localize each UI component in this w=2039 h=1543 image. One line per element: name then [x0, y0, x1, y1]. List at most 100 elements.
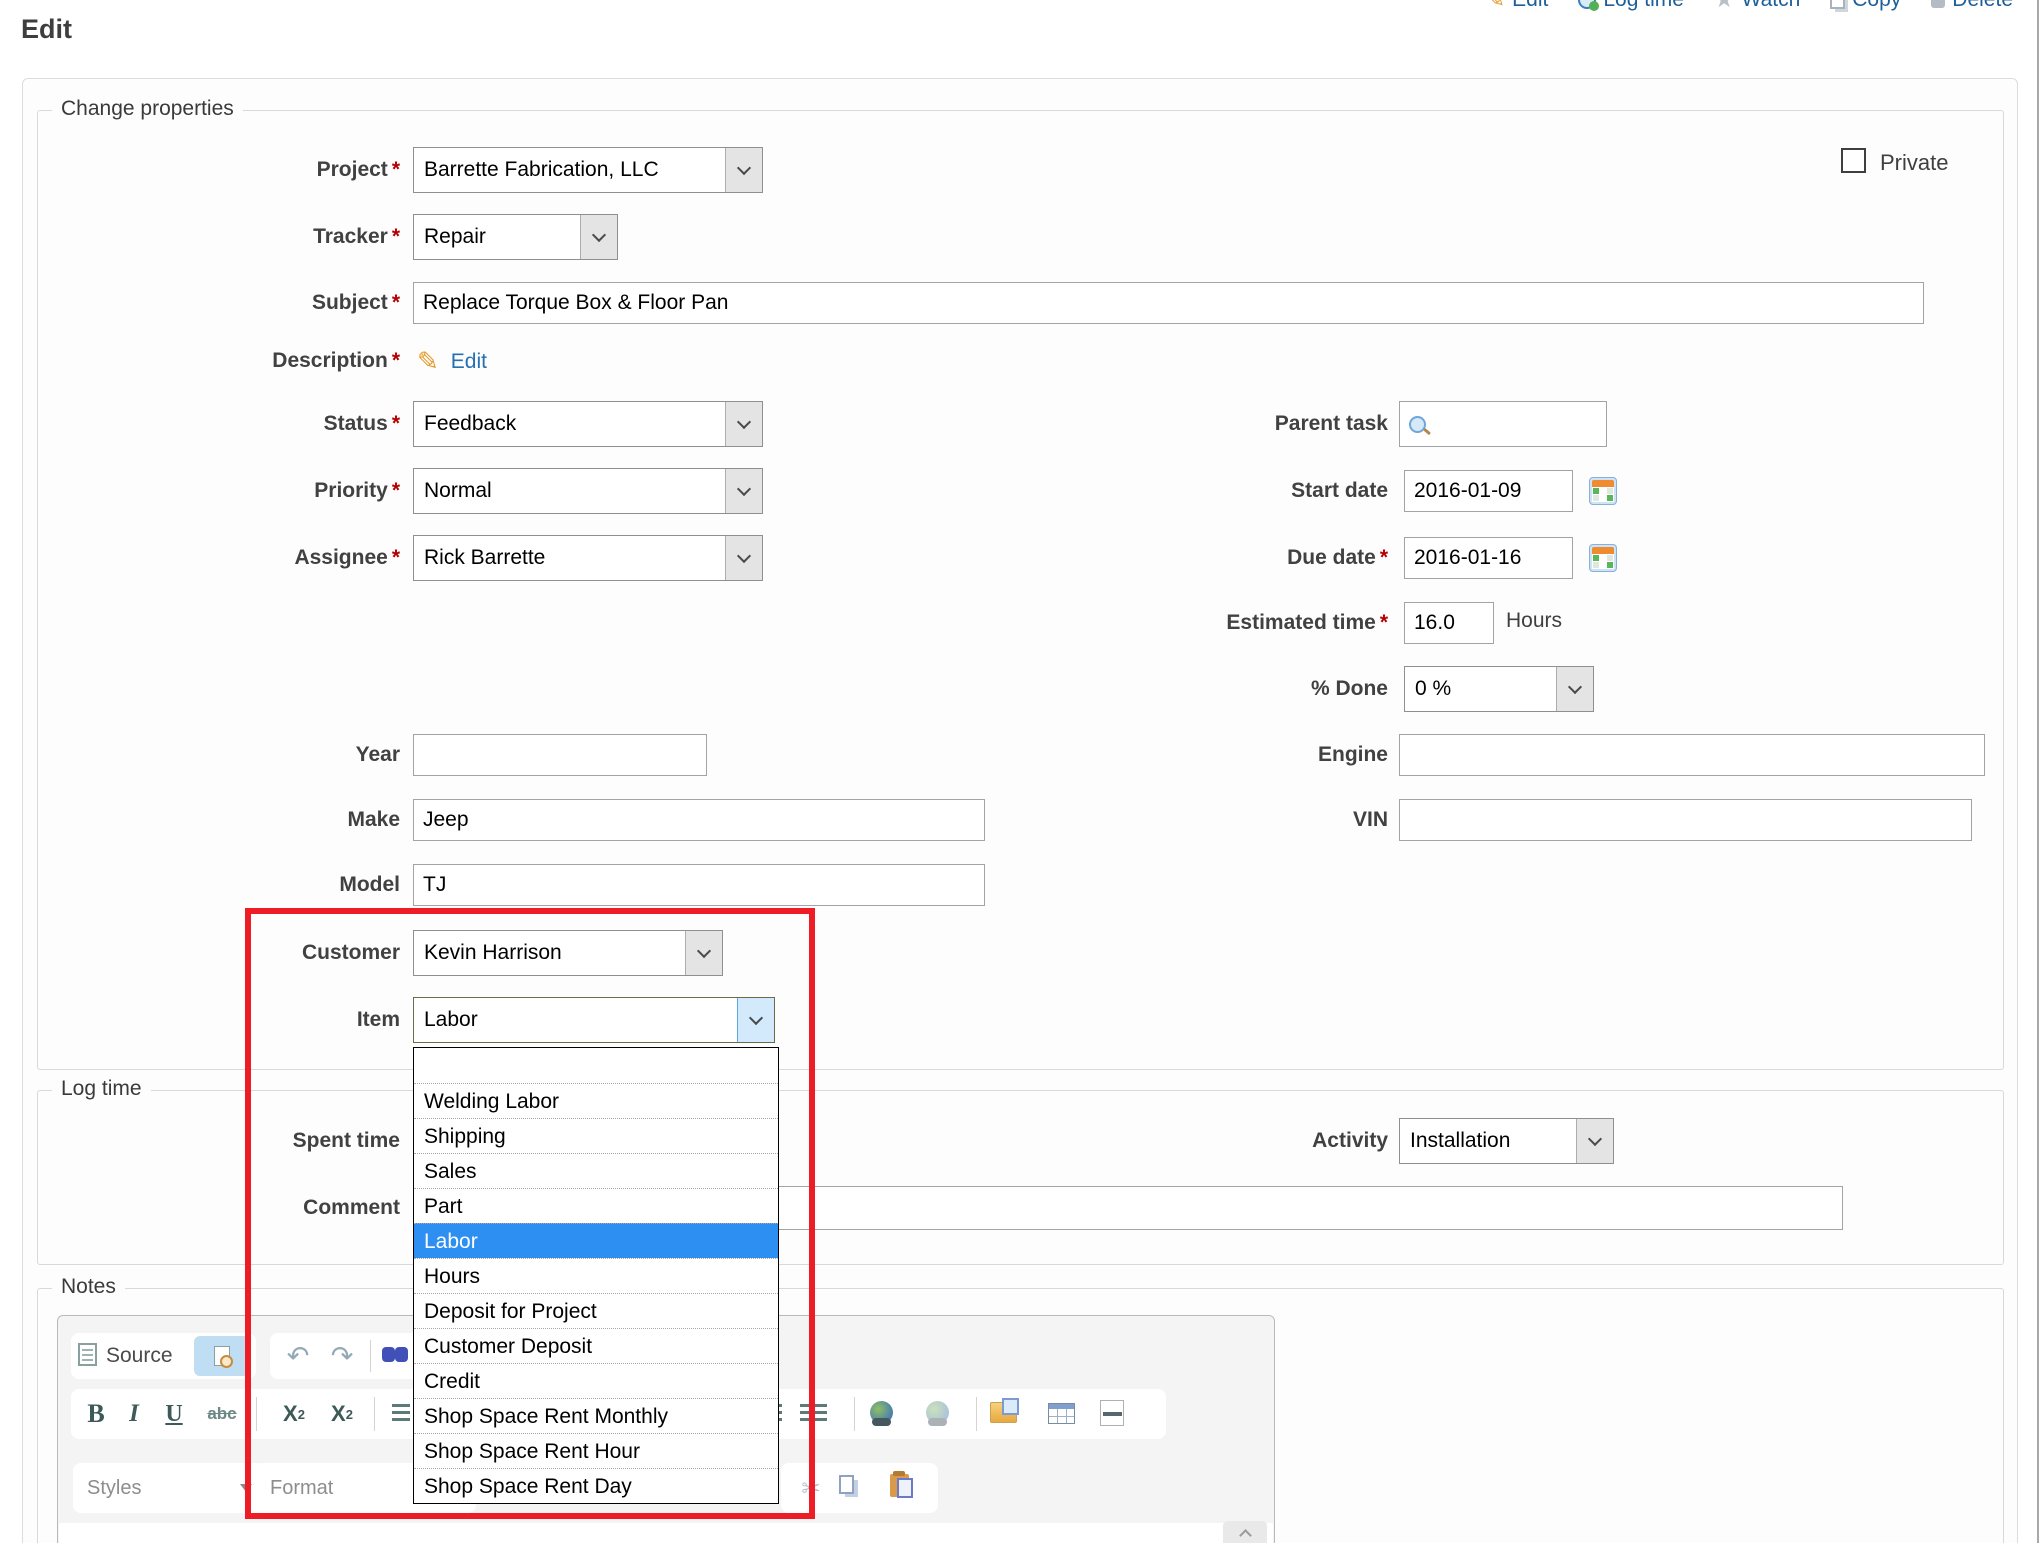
make-input[interactable]	[413, 799, 985, 841]
insert-table-icon[interactable]	[1048, 1403, 1075, 1424]
year-input[interactable]	[413, 734, 707, 776]
italic-button[interactable]: I	[120, 1389, 148, 1439]
customer-label: Customer	[60, 930, 400, 976]
item-select[interactable]: Labor	[413, 997, 775, 1043]
dropdown-option[interactable]: Part	[414, 1188, 778, 1223]
chevron-down-icon	[725, 469, 762, 513]
dropdown-option[interactable]: Welding Labor	[414, 1083, 778, 1118]
description-label: Description*	[60, 346, 400, 376]
insert-image-icon[interactable]	[990, 1402, 1017, 1423]
search-icon	[1409, 416, 1426, 433]
subject-label: Subject*	[60, 282, 400, 324]
bold-button[interactable]: B	[80, 1389, 112, 1439]
dropdown-option[interactable]	[414, 1048, 778, 1083]
dropdown-option[interactable]: Hours	[414, 1258, 778, 1293]
cut-icon[interactable]: ✂	[791, 1463, 831, 1513]
undo-button[interactable]: ↶	[280, 1333, 316, 1379]
estimated-time-label: Estimated time*	[1048, 602, 1388, 644]
dropdown-option-selected[interactable]: Labor	[414, 1223, 778, 1258]
link-icon[interactable]	[870, 1401, 893, 1424]
chevron-down-icon	[240, 1484, 252, 1492]
description-edit[interactable]: ✎ Edit	[417, 346, 487, 377]
item-label: Item	[60, 997, 400, 1043]
calendar-icon[interactable]	[1589, 477, 1617, 505]
styles-combo[interactable]: Styles	[73, 1463, 266, 1513]
percent-done-label: % Done	[1048, 666, 1388, 712]
description-edit-link[interactable]: Edit	[451, 350, 487, 374]
estimated-time-suffix: Hours	[1506, 609, 1562, 633]
model-label: Model	[60, 864, 400, 906]
make-label: Make	[60, 799, 400, 841]
parent-task-input[interactable]	[1399, 401, 1607, 447]
collapse-toolbar-button[interactable]	[1223, 1521, 1267, 1543]
find-icon[interactable]	[382, 1347, 408, 1363]
horizontal-rule-icon[interactable]	[1100, 1400, 1124, 1426]
superscript-button[interactable]: X2	[320, 1389, 364, 1439]
project-label: Project*	[60, 147, 400, 193]
notes-legend: Notes	[52, 1275, 125, 1299]
assignee-select[interactable]: Rick Barrette	[413, 535, 763, 581]
start-date-label: Start date	[1048, 470, 1388, 512]
issue-edit-page: ✎ Edit Log time ★ Watch Copy Delete Edit…	[0, 0, 2039, 1543]
estimated-time-input[interactable]	[1404, 602, 1494, 644]
activity-select[interactable]: Installation	[1399, 1118, 1614, 1164]
chevron-down-icon	[737, 998, 774, 1042]
priority-select[interactable]: Normal	[413, 468, 763, 514]
due-date-input[interactable]	[1404, 537, 1573, 579]
priority-label: Priority*	[60, 468, 400, 514]
indent-icon[interactable]	[800, 1404, 827, 1423]
chevron-down-icon	[685, 931, 722, 975]
log-time-link[interactable]: Log time	[1578, 0, 1684, 12]
item-dropdown-list: Welding Labor Shipping Sales Part Labor …	[413, 1047, 779, 1504]
log-time-legend: Log time	[52, 1077, 151, 1101]
copy-icon[interactable]	[839, 1475, 854, 1494]
subscript-button[interactable]: X2	[272, 1389, 316, 1439]
private-checkbox[interactable]	[1841, 148, 1866, 173]
tracker-label: Tracker*	[60, 214, 400, 260]
customer-select[interactable]: Kevin Harrison	[413, 930, 723, 976]
dropdown-option[interactable]: Credit	[414, 1363, 778, 1398]
comment-label: Comment	[60, 1186, 400, 1230]
calendar-icon[interactable]	[1589, 544, 1617, 572]
dropdown-option[interactable]: Shipping	[414, 1118, 778, 1153]
engine-input[interactable]	[1399, 734, 1985, 776]
preview-button[interactable]	[194, 1336, 250, 1376]
vin-input[interactable]	[1399, 799, 1972, 841]
pencil-icon: ✎	[417, 346, 439, 377]
change-properties-legend: Change properties	[52, 97, 243, 121]
star-icon: ★	[1714, 0, 1735, 13]
delete-link[interactable]: Delete	[1931, 0, 2013, 12]
pencil-icon: ✎	[1486, 0, 1505, 13]
copy-link[interactable]: Copy	[1830, 0, 1901, 12]
copy-icon	[1830, 0, 1845, 9]
strikethrough-button[interactable]: abc	[200, 1389, 244, 1439]
watch-link[interactable]: ★ Watch	[1714, 0, 1800, 13]
dropdown-option[interactable]: Shop Space Rent Day	[414, 1468, 778, 1503]
start-date-input[interactable]	[1404, 470, 1573, 512]
context-toolbar: ✎ Edit Log time ★ Watch Copy Delete	[1486, 0, 2013, 13]
dropdown-option[interactable]: Customer Deposit	[414, 1328, 778, 1363]
redo-button[interactable]: ↷	[324, 1333, 360, 1379]
chevron-down-icon	[725, 536, 762, 580]
model-input[interactable]	[413, 864, 985, 906]
editor-content-area[interactable]	[59, 1523, 1273, 1543]
paste-icon[interactable]	[890, 1474, 909, 1497]
chevron-down-icon	[1576, 1119, 1613, 1163]
log-time-fieldset: Log time	[37, 1090, 2004, 1265]
numbered-list-icon[interactable]	[392, 1404, 410, 1423]
source-button[interactable]: Source	[106, 1333, 173, 1379]
subject-input[interactable]	[413, 282, 1924, 324]
parent-task-label: Parent task	[1048, 401, 1388, 447]
unlink-icon[interactable]	[926, 1401, 949, 1424]
edit-link[interactable]: ✎ Edit	[1486, 0, 1548, 13]
dropdown-option[interactable]: Deposit for Project	[414, 1293, 778, 1328]
dropdown-option[interactable]: Sales	[414, 1153, 778, 1188]
dropdown-option[interactable]: Shop Space Rent Monthly	[414, 1398, 778, 1433]
tracker-select[interactable]: Repair	[413, 214, 618, 260]
status-select[interactable]: Feedback	[413, 401, 763, 447]
dropdown-option[interactable]: Shop Space Rent Hour	[414, 1433, 778, 1468]
project-select[interactable]: Barrette Fabrication, LLC	[413, 147, 763, 193]
percent-done-select[interactable]: 0 %	[1404, 666, 1594, 712]
trash-icon	[1931, 0, 1945, 8]
underline-button[interactable]: U	[158, 1389, 190, 1439]
